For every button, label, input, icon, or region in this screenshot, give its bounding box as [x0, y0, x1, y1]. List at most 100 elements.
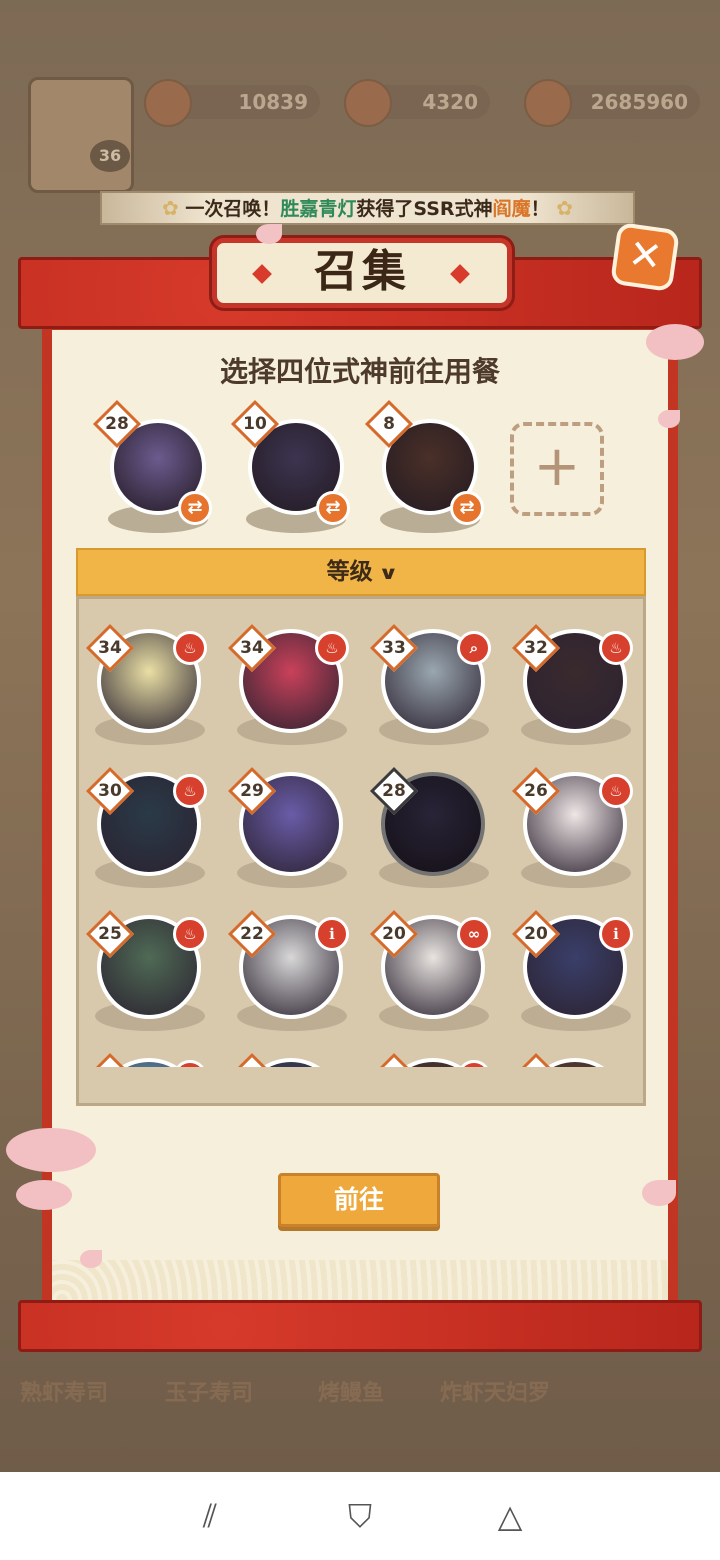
resource-value: 10839 — [238, 90, 308, 114]
knife-icon: ℹ — [599, 917, 633, 951]
selected-shikigami-slot[interactable]: 28 ⇄ — [92, 399, 220, 533]
roster-shikigami-card[interactable]: 33 ⌕ — [369, 611, 499, 751]
roster-shikigami-card[interactable]: 34 ♨ — [85, 611, 215, 751]
chef-hat-icon: ♨ — [173, 774, 207, 808]
player-level: 36 — [90, 140, 130, 172]
resource-counter: 2685960 — [524, 79, 700, 127]
shikigami-roster[interactable]: 34♨34♨33⌕32♨30♨292826♨25♨22ℹ20∞20ℹ18❦141… — [76, 596, 646, 1106]
level-value: 32 — [524, 638, 548, 658]
petal-decoration — [658, 410, 680, 428]
level-value: 18 — [96, 1063, 124, 1067]
roster-shikigami-card[interactable]: 32 ♨ — [511, 611, 641, 751]
chef-hat-icon: ♨ — [315, 631, 349, 665]
resource-counter: 4320 — [344, 79, 490, 127]
dish-labels: 熟虾寿司 玉子寿司 烤鳗鱼 炸虾天妇罗 — [0, 1375, 720, 1415]
roster-scroll-area[interactable]: 34♨34♨33⌕32♨30♨292826♨25♨22ℹ20∞20ℹ18❦141… — [79, 599, 643, 1067]
level-value: 33 — [382, 638, 406, 658]
roster-shikigami-card[interactable]: 30 ♨ — [85, 754, 215, 894]
close-button[interactable]: ✕ — [609, 221, 681, 293]
gold-coin-icon — [524, 79, 572, 127]
level-value: 8 — [383, 414, 395, 434]
flower-icon: ✿ — [556, 196, 573, 220]
level-value: 28 — [382, 781, 406, 801]
petal-decoration — [256, 224, 282, 244]
chevron-down-icon: ∨ — [377, 563, 399, 584]
search-icon: ⌕ — [457, 631, 491, 665]
announcement-banner: ✿ 一次召唤！胜嘉青灯获得了SSR式神阎魔！ ✿ — [100, 191, 635, 225]
dialog-title: 召集 — [314, 246, 410, 297]
chef-hat-icon: ♨ — [599, 631, 633, 665]
announcement-text: 一次召唤！ — [185, 198, 281, 220]
swap-icon[interactable]: ⇄ — [178, 491, 212, 525]
infinity-icon: ∞ — [457, 917, 491, 951]
diamond-ornament — [450, 264, 470, 284]
plum-coin-icon — [144, 79, 192, 127]
knife-icon: ℹ — [457, 1060, 491, 1067]
add-shikigami-slot[interactable]: + — [510, 422, 604, 516]
leaf-icon: ❦ — [173, 1060, 207, 1067]
player-avatar — [28, 77, 134, 193]
roster-shikigami-card[interactable]: 18 ❦ — [85, 1040, 215, 1067]
roster-shikigami-card[interactable]: 29 — [227, 754, 357, 894]
system-nav-bar: ⫽ ⛉ △ — [0, 1472, 720, 1560]
sort-dropdown[interactable]: 等级 ∨ — [76, 548, 646, 596]
petal-decoration — [642, 1180, 676, 1206]
roster-shikigami-card[interactable]: 14 ℹ — [369, 1040, 499, 1067]
flower-icon: ✿ — [162, 196, 179, 220]
dialog-subtitle: 选择四位式神前往用餐 — [219, 355, 500, 388]
roster-shikigami-card[interactable]: 28 — [369, 754, 499, 894]
level-value: 34 — [98, 638, 122, 658]
announcement-text: ！ — [530, 198, 550, 220]
selected-shikigami-slot[interactable]: 10 ⇄ — [230, 399, 358, 533]
scroll-bottom-roll — [18, 1300, 702, 1352]
announcement-shikigami: 阎魔 — [492, 198, 531, 220]
close-icon: ✕ — [625, 230, 665, 282]
announcement-text: 获得了SSR式神 — [356, 198, 493, 220]
level-value: 14 — [380, 1063, 408, 1067]
dish-label: 烤鳗鱼 — [318, 1381, 385, 1406]
resource-value: 2685960 — [590, 90, 688, 114]
roster-shikigami-card[interactable]: 34 ♨ — [227, 611, 357, 751]
go-button[interactable]: 前往 — [278, 1173, 440, 1227]
level-value: 29 — [240, 781, 264, 801]
resource-counter: 10839 — [144, 79, 320, 127]
dialog-title-plaque: 召集 — [212, 238, 512, 308]
level-value: 28 — [105, 414, 129, 434]
dish-label: 炸虾天妇罗 — [440, 1381, 551, 1406]
roster-shikigami-card[interactable]: 25 ♨ — [85, 897, 215, 1037]
energy-icon — [344, 79, 392, 127]
back-icon[interactable]: △ — [488, 1494, 532, 1538]
recent-apps-icon[interactable]: ⫽ — [188, 1494, 232, 1538]
roster-shikigami-card[interactable]: 14 — [227, 1040, 357, 1067]
level-value: 25 — [98, 924, 122, 944]
roster-shikigami-card[interactable]: 26 ♨ — [511, 754, 641, 894]
go-button-label: 前往 — [333, 1185, 384, 1214]
level-value: 30 — [98, 781, 122, 801]
roster-shikigami-card[interactable]: 20 ℹ — [511, 897, 641, 1037]
cherry-blossom-decoration — [6, 1128, 96, 1172]
level-value: 34 — [240, 638, 264, 658]
level-value: 20 — [524, 924, 548, 944]
chef-hat-icon: ♨ — [173, 917, 207, 951]
level-value: 26 — [524, 781, 548, 801]
announcement-player: 胜嘉青灯 — [280, 198, 357, 220]
chef-hat-icon: ♨ — [173, 631, 207, 665]
level-value: 22 — [240, 924, 264, 944]
roster-shikigami-card[interactable]: 14 — [511, 1040, 641, 1067]
knife-icon: ℹ — [315, 917, 349, 951]
home-icon[interactable]: ⛉ — [338, 1494, 382, 1538]
wave-pattern — [52, 1260, 668, 1300]
cherry-blossom-decoration — [646, 324, 704, 360]
level-value: 14 — [522, 1063, 550, 1067]
swap-icon[interactable]: ⇄ — [450, 491, 484, 525]
level-value: 14 — [238, 1063, 266, 1067]
roster-shikigami-card[interactable]: 20 ∞ — [369, 897, 499, 1037]
sort-label: 等级 — [326, 559, 373, 585]
petal-decoration — [80, 1250, 102, 1268]
swap-icon[interactable]: ⇄ — [316, 491, 350, 525]
roster-shikigami-card[interactable]: 22 ℹ — [227, 897, 357, 1037]
chef-hat-icon: ♨ — [599, 774, 633, 808]
cherry-blossom-decoration — [16, 1180, 72, 1210]
selected-shikigami-slot[interactable]: 8 ⇄ — [364, 399, 492, 533]
resource-value: 4320 — [422, 90, 478, 114]
